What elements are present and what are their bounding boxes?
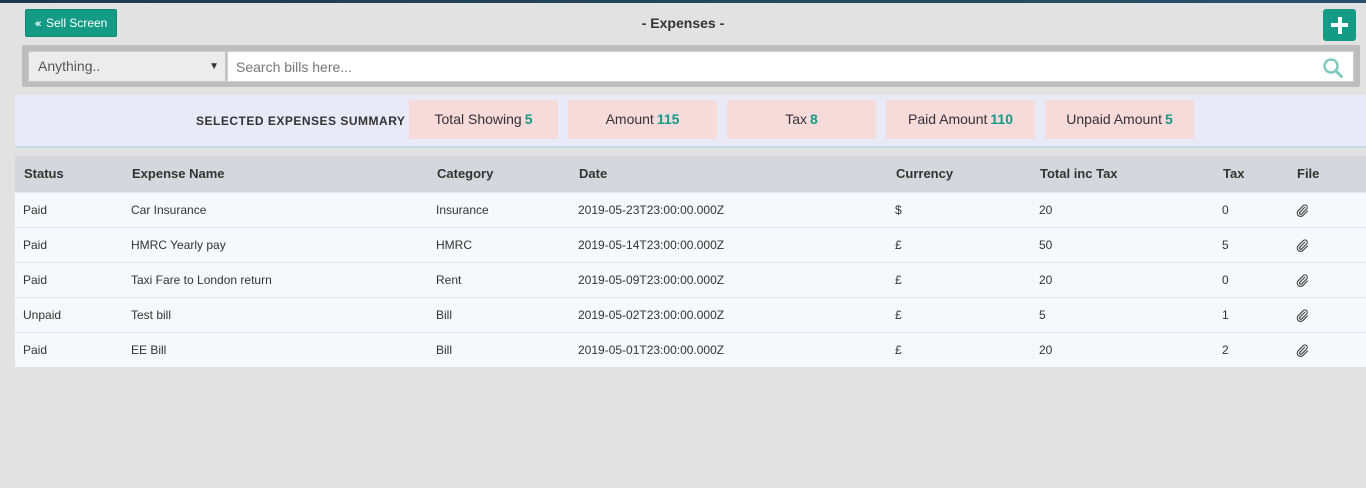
column-header-expense-name[interactable]: Expense Name	[123, 156, 428, 192]
cell-currency: $	[895, 202, 902, 217]
summary-card-label: Total Showing	[434, 111, 522, 127]
table-row[interactable]: Paid HMRC Yearly pay HMRC 2019-05-14T23:…	[15, 227, 1366, 262]
table-row[interactable]: Paid Car Insurance Insurance 2019-05-23T…	[15, 192, 1366, 227]
cell-status: Paid	[23, 237, 48, 252]
cell-expense-name: Car Insurance	[131, 202, 207, 217]
column-header-category[interactable]: Category	[428, 156, 570, 192]
expenses-table-container: Status Expense Name Category Date Curren…	[15, 156, 1366, 367]
summary-card-paid-amount: Paid Amount 110	[886, 100, 1035, 139]
cell-category: Bill	[436, 342, 453, 357]
column-header-currency[interactable]: Currency	[887, 156, 1031, 192]
summary-card-value: 8	[810, 111, 818, 127]
paperclip-icon[interactable]	[1296, 204, 1309, 217]
cell-currency: £	[895, 342, 902, 357]
cell-category: Insurance	[436, 202, 489, 217]
cell-file	[1288, 297, 1366, 332]
summary-card-total-showing: Total Showing 5	[409, 100, 558, 139]
cell-date: 2019-05-23T23:00:00.000Z	[578, 202, 725, 217]
column-header-file[interactable]: File	[1288, 156, 1366, 192]
cell-status: Paid	[23, 202, 48, 217]
page-title: - Expenses -	[641, 15, 725, 31]
cell-total-inc-tax: 50	[1039, 237, 1053, 252]
table-row[interactable]: Unpaid Test bill Bill 2019-05-02T23:00:0…	[15, 297, 1366, 332]
summary-card-label: Paid Amount	[908, 111, 988, 127]
cell-date: 2019-05-09T23:00:00.000Z	[578, 272, 725, 287]
cell-category: Bill	[436, 307, 453, 322]
cell-category: Rent	[436, 272, 462, 287]
summary-card-label: Amount	[605, 111, 654, 127]
table-header-row: Status Expense Name Category Date Curren…	[15, 156, 1366, 192]
cell-expense-name: Taxi Fare to London return	[131, 272, 272, 287]
summary-card-value: 5	[524, 111, 533, 127]
summary-card-label: Unpaid Amount	[1066, 111, 1162, 127]
cell-tax: 5	[1222, 237, 1229, 252]
paperclip-icon[interactable]	[1296, 239, 1309, 252]
cell-currency: £	[895, 237, 902, 252]
filter-select-value: Anything..	[38, 58, 101, 74]
cell-status: Unpaid	[23, 307, 62, 322]
caret-down-icon: ▼	[209, 61, 219, 72]
paperclip-icon[interactable]	[1296, 309, 1309, 322]
add-expense-button[interactable]	[1323, 9, 1356, 41]
cell-total-inc-tax: 20	[1039, 342, 1053, 357]
cell-expense-name: Test bill	[131, 307, 172, 322]
search-bar: Anything.. ▼	[22, 45, 1360, 87]
search-input[interactable]	[227, 51, 1354, 82]
top-accent-line	[0, 0, 1366, 3]
filter-select[interactable]: Anything.. ▼	[28, 51, 226, 82]
summary-card-unpaid-amount: Unpaid Amount 5	[1045, 100, 1194, 139]
column-header-date[interactable]: Date	[570, 156, 887, 192]
cell-file	[1288, 262, 1366, 297]
cell-category: HMRC	[436, 237, 472, 252]
summary-card-tax: Tax 8	[727, 100, 876, 139]
column-header-total-inc-tax[interactable]: Total inc Tax	[1031, 156, 1214, 192]
paperclip-icon[interactable]	[1296, 344, 1309, 357]
cell-total-inc-tax: 20	[1039, 202, 1053, 217]
expenses-summary: SELECTED EXPENSES SUMMARY Total Showing 5…	[15, 95, 1366, 148]
cell-tax: 1	[1222, 307, 1229, 322]
expenses-table: Status Expense Name Category Date Curren…	[15, 156, 1366, 367]
column-header-tax[interactable]: Tax	[1214, 156, 1288, 192]
column-header-status[interactable]: Status	[15, 156, 123, 192]
cell-file	[1288, 192, 1366, 227]
table-row[interactable]: Paid Taxi Fare to London return Rent 201…	[15, 262, 1366, 297]
cell-date: 2019-05-02T23:00:00.000Z	[578, 307, 725, 322]
summary-title: SELECTED EXPENSES SUMMARY	[196, 114, 406, 128]
summary-card-value: 110	[990, 111, 1013, 127]
cell-currency: £	[895, 272, 902, 287]
search-icon[interactable]	[1322, 57, 1344, 79]
cell-status: Paid	[23, 342, 48, 357]
cell-total-inc-tax: 5	[1039, 307, 1046, 322]
cell-tax: 2	[1222, 342, 1229, 357]
summary-card-value: 115	[656, 111, 680, 127]
cell-total-inc-tax: 20	[1039, 272, 1053, 287]
summary-card-value: 5	[1164, 111, 1173, 127]
cell-expense-name: EE Bill	[131, 342, 167, 357]
paperclip-icon[interactable]	[1296, 274, 1309, 287]
cell-tax: 0	[1222, 202, 1229, 217]
cell-file	[1288, 332, 1366, 367]
cell-expense-name: HMRC Yearly pay	[131, 237, 226, 252]
cell-file	[1288, 227, 1366, 262]
cell-tax: 0	[1222, 272, 1229, 287]
cell-currency: £	[895, 307, 902, 322]
cell-date: 2019-05-14T23:00:00.000Z	[578, 237, 725, 252]
summary-card-label: Tax	[785, 111, 807, 127]
summary-card-amount: Amount 115	[568, 100, 717, 139]
cell-date: 2019-05-01T23:00:00.000Z	[578, 342, 725, 357]
cell-status: Paid	[23, 272, 48, 287]
table-row[interactable]: Paid EE Bill Bill 2019-05-01T23:00:00.00…	[15, 332, 1366, 367]
